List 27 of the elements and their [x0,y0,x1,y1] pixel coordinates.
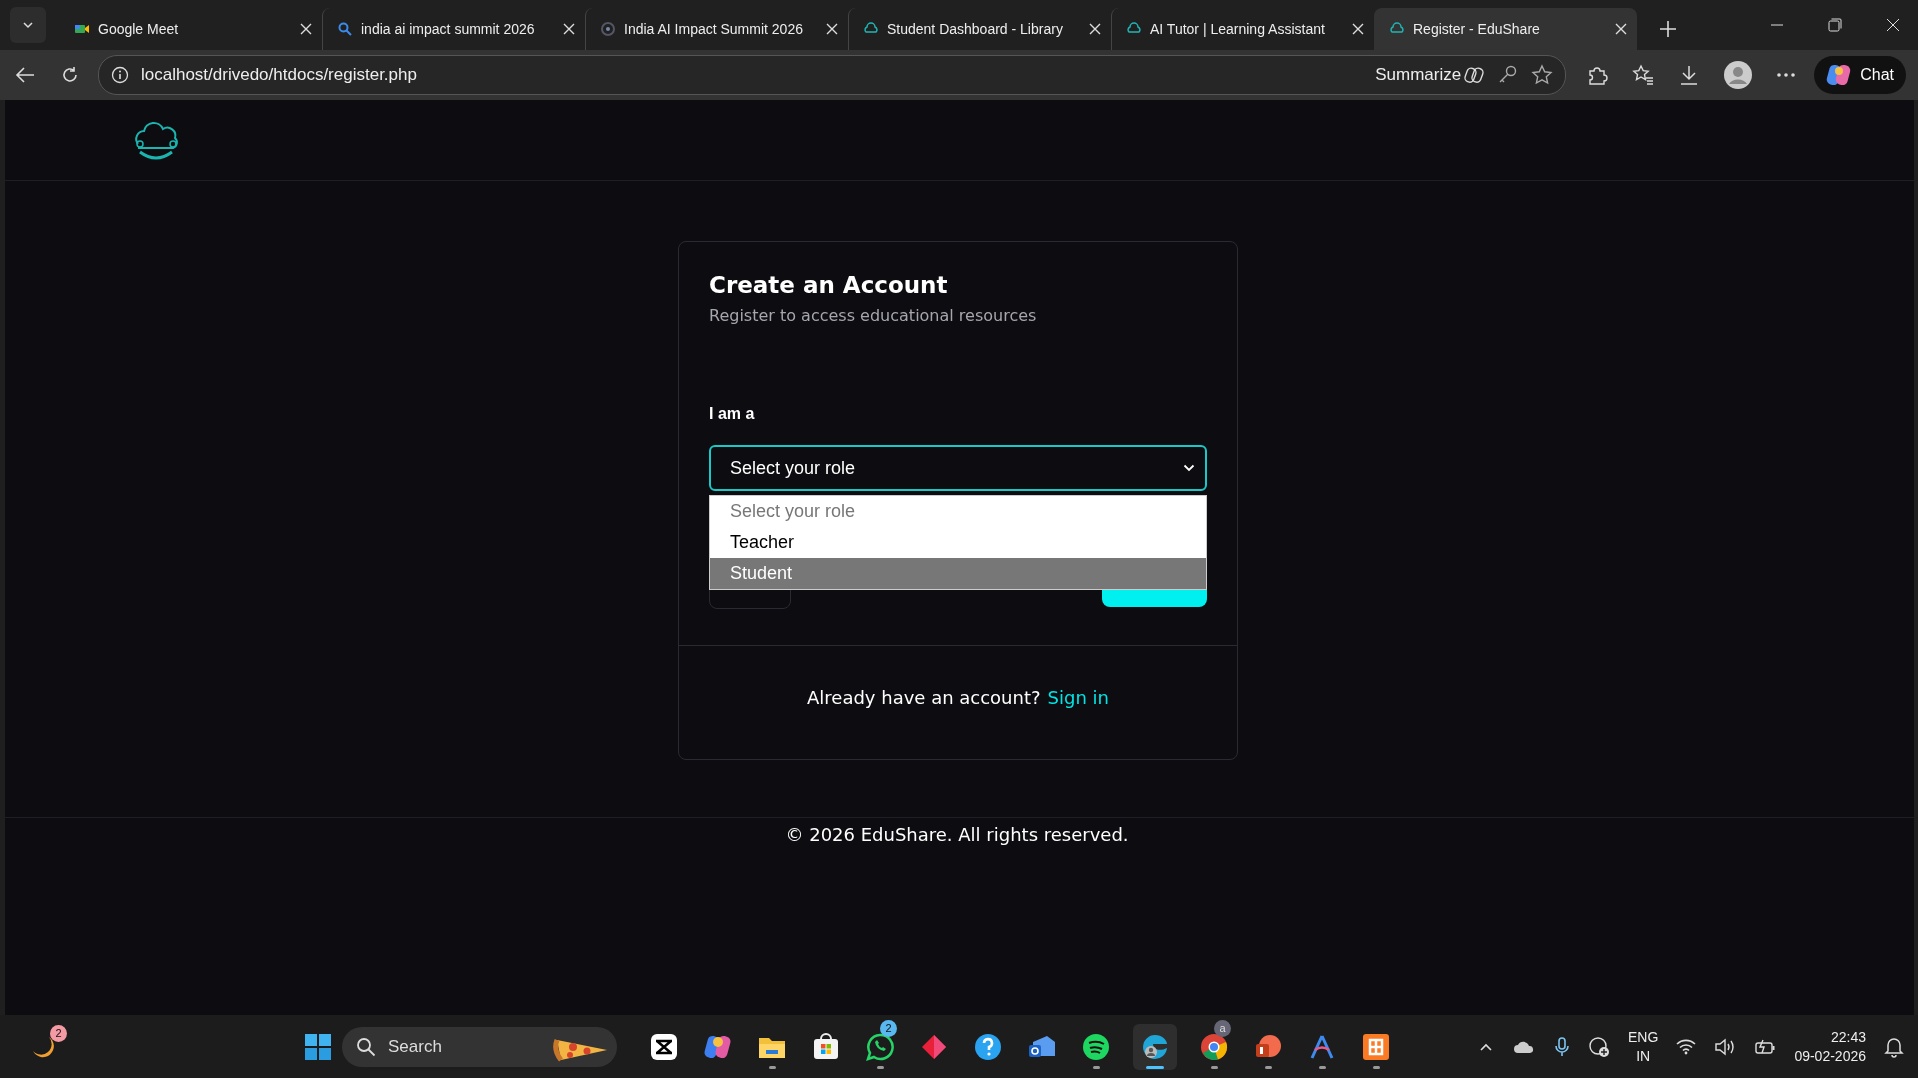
summarize-button[interactable]: Summarize [1375,65,1462,85]
tab-title: Register - EduShare [1413,21,1541,37]
tab-title: india ai impact summit 2026 [361,21,536,37]
tab-title: Google Meet [98,21,180,37]
dropdown-option[interactable]: Teacher [710,527,1206,558]
language-indicator[interactable]: ENG IN [1628,1027,1659,1066]
tab-title: India AI Impact Summit 2026 [624,21,804,37]
signin-prompt: Already have an account? [807,687,1041,708]
app-badge: a [1214,1019,1231,1037]
app-badge: 2 [880,1019,897,1037]
tab-title: AI Tutor | Learning Assistant [1150,21,1326,37]
card-title: Create an Account [709,272,949,298]
field-label: I am a [709,405,756,423]
search-field[interactable]: Search [342,1026,617,1067]
url-text: localhost/drivedo/htdocs/register.php [141,65,417,85]
role-select[interactable]: Select your role [709,445,1207,491]
copyright-text: © 2026 EduShare. All rights reserved. [785,824,1129,845]
clock[interactable]: 22:43 09-02-2026 [1794,1027,1866,1066]
browser-tab[interactable]: Google Meet [60,8,322,50]
browser-tab[interactable]: Register - EduShare [1374,8,1637,50]
chat-button[interactable]: Chat [1814,56,1906,94]
card-subtitle: Register to access educational resources [709,306,1038,325]
address-bar[interactable]: localhost/drivedo/htdocs/register.php Summarize [98,55,1567,95]
tab-title: Student Dashboard - Library [887,21,1064,37]
notification-badge: 2 [50,1024,67,1042]
sign-in-link[interactable]: Sign in [1047,687,1109,708]
dropdown-option[interactable]: Student [710,558,1206,589]
